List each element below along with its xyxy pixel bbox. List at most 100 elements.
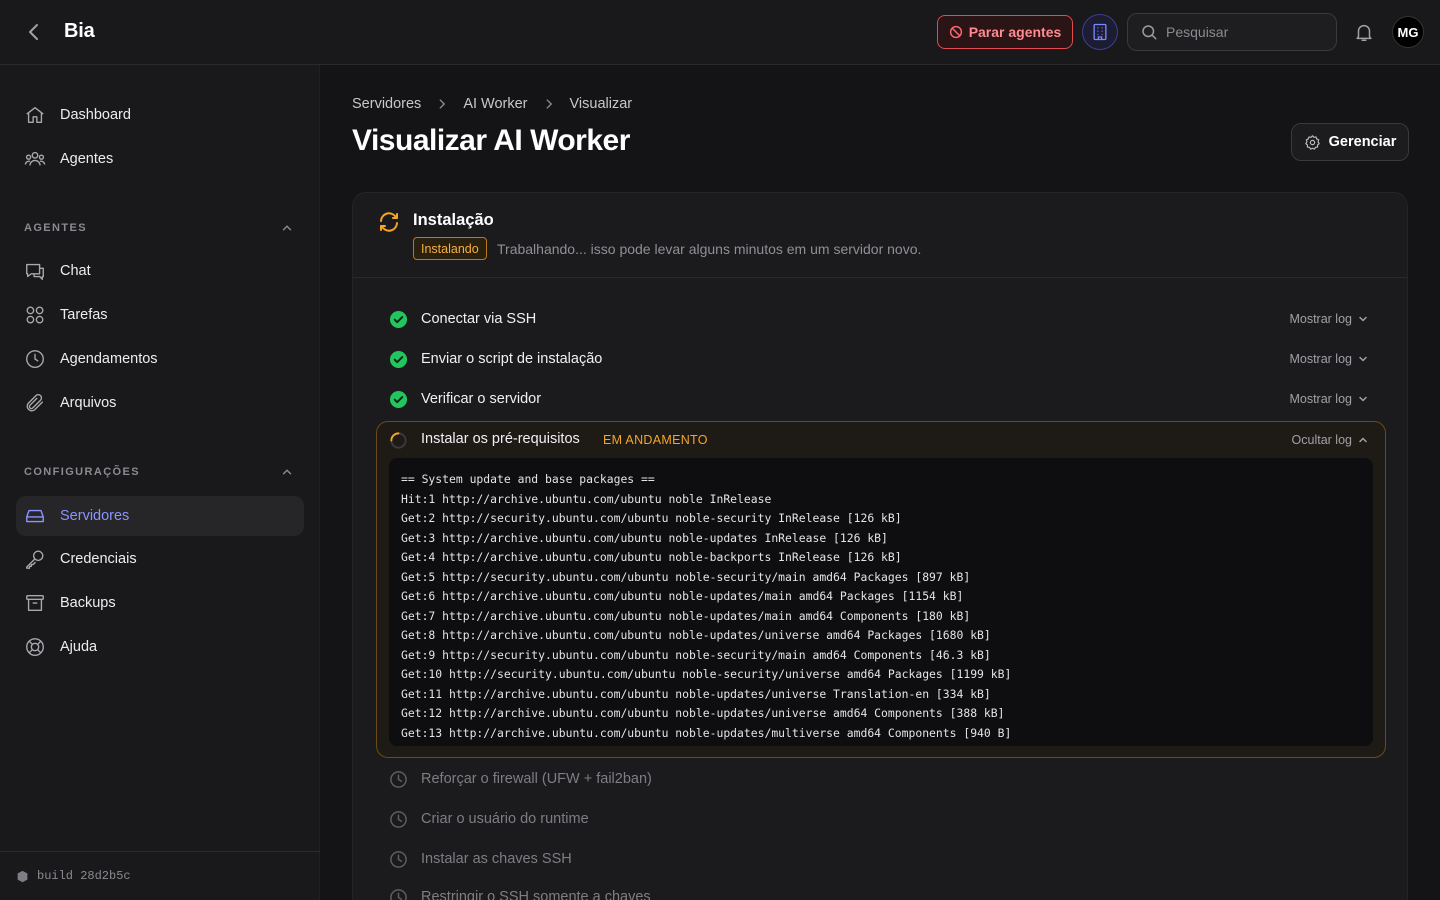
sidebar-item-credenciais[interactable]: Credenciais (16, 539, 304, 579)
show-log-label: Mostrar log (1289, 392, 1352, 406)
step-label: Instalar as chaves SSH (421, 851, 572, 867)
breadcrumb-ai-worker[interactable]: AI Worker (463, 96, 527, 112)
log-line: Get:12 http://archive.ubuntu.com/ubuntu … (401, 706, 1005, 720)
sidebar-item-label: Agentes (60, 151, 114, 167)
show-log-label: Mostrar log (1289, 312, 1352, 326)
hide-log-button[interactable]: Ocultar log (1292, 433, 1369, 447)
chat-icon (24, 260, 46, 282)
sidebar-item-servidores[interactable]: Servidores (16, 496, 304, 536)
cube-icon (16, 870, 29, 883)
search-box[interactable] (1127, 13, 1337, 51)
show-log-button[interactable]: Mostrar log (1289, 312, 1369, 326)
page-title: Visualizar AI Worker (352, 124, 630, 157)
sidebar-item-backups[interactable]: Backups (16, 583, 304, 623)
build-label: build 28d2b5c (37, 869, 131, 883)
sidebar-item-ajuda[interactable]: Ajuda (16, 627, 304, 667)
step-install-prerequisites: Instalar os pré-requisitos EM ANDAMENTO … (376, 421, 1386, 758)
chevron-up-icon (280, 465, 294, 479)
grid-icon (24, 304, 46, 326)
log-line: Get:9 http://security.ubuntu.com/ubuntu … (401, 647, 991, 662)
sidebar-item-label: Servidores (60, 508, 130, 524)
avatar[interactable]: MG (1392, 16, 1424, 48)
log-line: Get:8 http://archive.ubuntu.com/ubuntu n… (401, 628, 991, 642)
ban-icon (949, 25, 963, 39)
section-label-configuracoes[interactable]: CONFIGURAÇÕES (24, 465, 304, 479)
paperclip-icon (24, 392, 46, 414)
sidebar-item-agendamentos[interactable]: Agendamentos (16, 339, 304, 379)
back-arrow-icon[interactable] (22, 20, 46, 44)
top-bar: Bia Parar agentes MG (0, 0, 1440, 65)
breadcrumb-servidores[interactable]: Servidores (352, 96, 421, 112)
sidebar-item-agentes[interactable]: Agentes (16, 139, 304, 179)
step-status: EM ANDAMENTO (603, 433, 708, 447)
installation-subtitle: Trabalhando... isso pode levar alguns mi… (497, 241, 922, 257)
step-label: Instalar os pré-requisitos (421, 431, 580, 447)
log-output[interactable]: == System update and base packages == Hit… (389, 458, 1373, 746)
sidebar-item-label: Dashboard (60, 107, 131, 123)
log-line: Get:13 http://archive.ubuntu.com/ubuntu … (401, 725, 1012, 740)
clock-icon (389, 770, 408, 789)
step-connect-ssh: Conectar via SSH Mostrar log (377, 301, 1385, 337)
sync-icon (377, 210, 401, 234)
sidebar-item-label: Ajuda (60, 639, 98, 655)
home-icon (24, 104, 46, 126)
bell-icon[interactable] (1353, 21, 1375, 43)
chevron-down-icon (1357, 393, 1369, 405)
sidebar-item-label: Credenciais (60, 551, 137, 567)
sidebar-item-label: Backups (60, 595, 116, 611)
log-line: Get:4 http://archive.ubuntu.com/ubuntu n… (401, 550, 902, 564)
clock-icon (389, 888, 408, 900)
step-send-script: Enviar o script de instalação Mostrar lo… (377, 341, 1385, 377)
server-icon (24, 505, 46, 527)
step-label: Restringir o SSH somente a chaves (421, 889, 651, 900)
show-log-button[interactable]: Mostrar log (1289, 392, 1369, 406)
search-icon (1140, 23, 1158, 41)
step-restrict-ssh: Restringir o SSH somente a chaves (377, 879, 1385, 900)
show-log-label: Mostrar log (1289, 352, 1352, 366)
build-info: build 28d2b5c (0, 851, 320, 900)
sidebar-item-dashboard[interactable]: Dashboard (16, 95, 304, 135)
breadcrumb: Servidores AI Worker Visualizar (352, 96, 632, 112)
show-log-button[interactable]: Mostrar log (1289, 352, 1369, 366)
organization-button[interactable] (1082, 14, 1118, 50)
log-line: Get:6 http://archive.ubuntu.com/ubuntu n… (401, 589, 964, 603)
log-line: Get:5 http://security.ubuntu.com/ubuntu … (401, 569, 971, 584)
log-line: Get:2 http://security.ubuntu.com/ubuntu … (401, 511, 902, 525)
sidebar-item-chat[interactable]: Chat (16, 251, 304, 291)
clock-icon (389, 810, 408, 829)
installation-card: Instalação Instalando Trabalhando... iss… (352, 192, 1408, 900)
step-firewall: Reforçar o firewall (UFW + fail2ban) (377, 761, 1385, 797)
sidebar-item-label: Agendamentos (60, 351, 158, 367)
step-ssh-keys: Instalar as chaves SSH (377, 841, 1385, 877)
hide-log-label: Ocultar log (1291, 433, 1352, 447)
step-label: Criar o usuário do runtime (421, 811, 589, 827)
step-label: Conectar via SSH (421, 311, 537, 327)
chevron-right-icon (542, 97, 556, 111)
log-line: == System update and base packages == (401, 472, 655, 486)
check-circle-icon (389, 350, 408, 369)
step-label: Verificar o servidor (421, 391, 542, 407)
chevron-up-icon (280, 221, 294, 235)
building-icon (1090, 22, 1110, 42)
manage-button[interactable]: Gerenciar (1291, 123, 1409, 161)
installation-header: Instalação Instalando Trabalhando... iss… (353, 193, 1407, 278)
log-line: Get:10 http://security.ubuntu.com/ubuntu… (401, 667, 1012, 681)
section-label-agentes[interactable]: AGENTES (24, 221, 304, 235)
stop-agents-button[interactable]: Parar agentes (937, 15, 1073, 49)
gear-icon (1304, 134, 1321, 151)
chevron-down-icon (1357, 313, 1369, 325)
stop-agents-label: Parar agentes (968, 24, 1062, 40)
sidebar: Dashboard Agentes AGENTES Chat Tarefas A… (0, 65, 320, 900)
manage-label: Gerenciar (1328, 134, 1397, 150)
sidebar-item-tarefas[interactable]: Tarefas (16, 295, 304, 335)
step-label: Reforçar o firewall (UFW + fail2ban) (421, 771, 652, 787)
chevron-right-icon (435, 97, 449, 111)
active-step-header: Instalar os pré-requisitos EM ANDAMENTO … (377, 422, 1385, 458)
chevron-down-icon (1357, 353, 1369, 365)
sidebar-item-arquivos[interactable]: Arquivos (16, 383, 304, 423)
section-title: AGENTES (24, 222, 87, 234)
clock-icon (389, 850, 408, 869)
step-label: Enviar o script de instalação (421, 351, 603, 367)
status-badge: Instalando (413, 237, 487, 260)
search-input[interactable] (1166, 24, 1316, 40)
